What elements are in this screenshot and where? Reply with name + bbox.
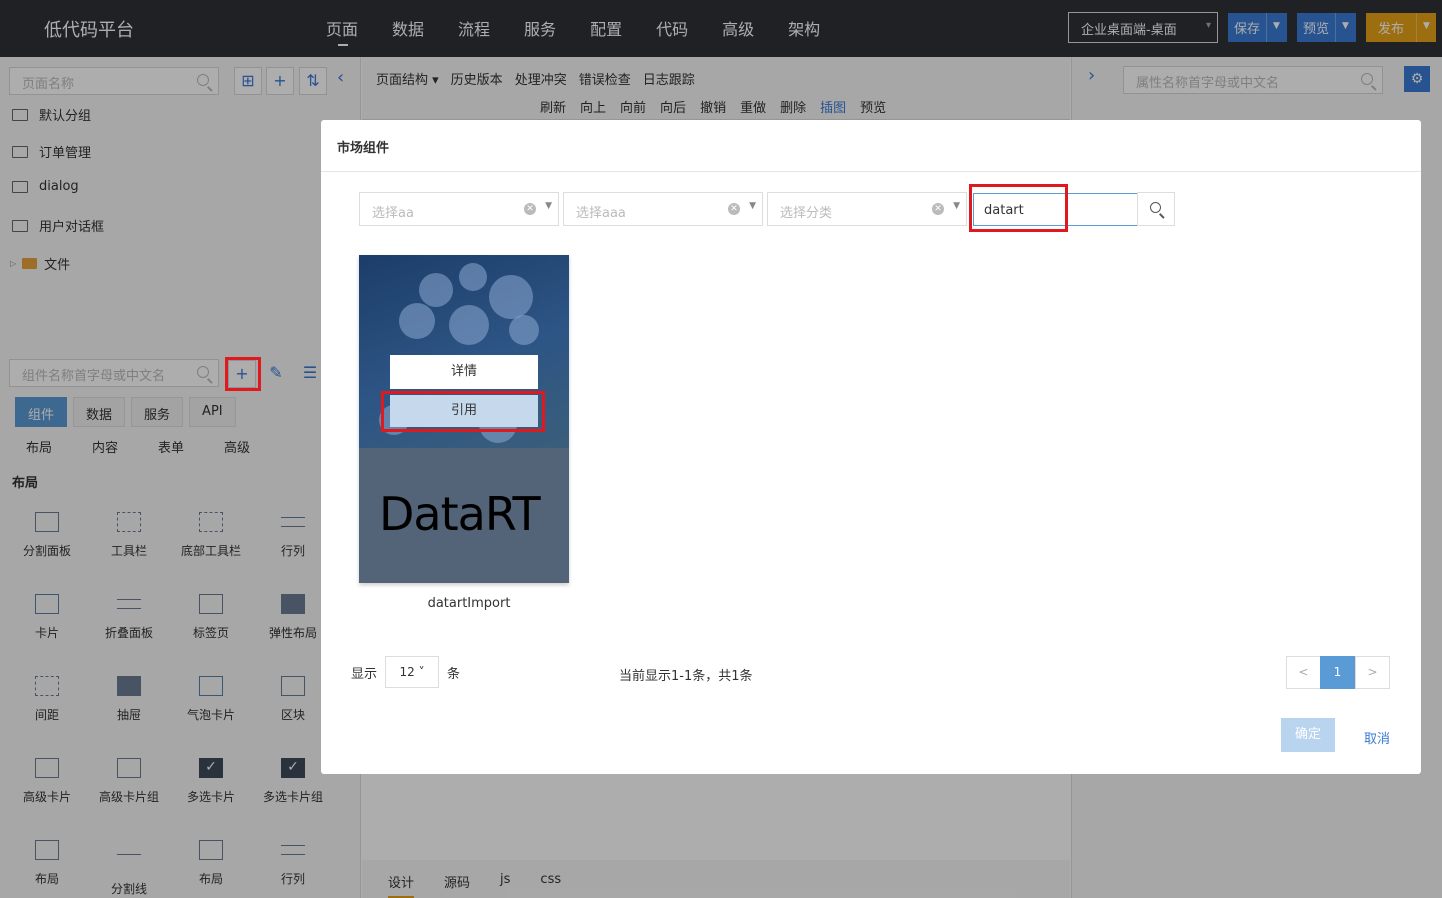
filter-select-2[interactable]: 选择aaa ✕ ▼ bbox=[563, 192, 763, 226]
search-button[interactable] bbox=[1137, 192, 1175, 226]
thumbnail-bubble bbox=[419, 273, 453, 307]
thumbnail-bubble bbox=[489, 275, 533, 319]
filter-placeholder: 选择aa bbox=[372, 206, 414, 221]
show-label: 显示 bbox=[351, 666, 378, 682]
market-components-dialog: 市场组件 选择aa ✕ ▼ 选择aaa ✕ ▼ 选择分类 ✕ ▼ datart … bbox=[321, 120, 1421, 774]
dialog-title: 市场组件 bbox=[321, 120, 1421, 172]
next-page-button[interactable]: > bbox=[1355, 656, 1390, 689]
filter-placeholder: 选择aaa bbox=[576, 206, 626, 221]
chevron-down-icon: ▼ bbox=[545, 201, 552, 211]
page-size-control: 显示 12 ˅ 条 bbox=[351, 656, 460, 688]
thumbnail-bubble bbox=[509, 315, 539, 345]
page-1-button[interactable]: 1 bbox=[1320, 656, 1355, 689]
page-size-select[interactable]: 12 ˅ bbox=[385, 656, 440, 688]
chevron-down-icon: ˅ bbox=[418, 665, 425, 679]
thumbnail-bubble bbox=[459, 263, 487, 291]
thumbnail-bubble bbox=[399, 303, 435, 339]
filter-select-category[interactable]: 选择分类 ✕ ▼ bbox=[767, 192, 967, 226]
thumbnail-bubble bbox=[449, 305, 489, 345]
chevron-down-icon: ▼ bbox=[953, 201, 960, 211]
clear-icon[interactable]: ✕ bbox=[524, 203, 536, 215]
pagination-info: 当前显示1-1条，共1条 bbox=[619, 669, 753, 684]
chevron-down-icon: ▼ bbox=[749, 201, 756, 211]
highlight-box bbox=[969, 184, 1068, 232]
unit-label: 条 bbox=[447, 666, 461, 682]
datart-logo: DataRT bbox=[379, 487, 541, 541]
detail-button[interactable]: 详情 bbox=[390, 355, 538, 389]
prev-page-button[interactable]: < bbox=[1286, 656, 1321, 689]
clear-icon[interactable]: ✕ bbox=[728, 203, 740, 215]
clear-icon[interactable]: ✕ bbox=[932, 203, 944, 215]
filter-placeholder: 选择分类 bbox=[780, 206, 833, 221]
page-size-value: 12 bbox=[399, 665, 415, 679]
card-name: datartImport bbox=[427, 596, 511, 611]
highlight-box bbox=[225, 357, 261, 391]
cancel-button[interactable]: 取消 bbox=[1364, 728, 1390, 747]
filter-select-1[interactable]: 选择aa ✕ ▼ bbox=[359, 192, 559, 226]
confirm-button[interactable]: 确定 bbox=[1281, 718, 1335, 752]
search-icon bbox=[1150, 202, 1161, 213]
highlight-box bbox=[381, 391, 545, 432]
